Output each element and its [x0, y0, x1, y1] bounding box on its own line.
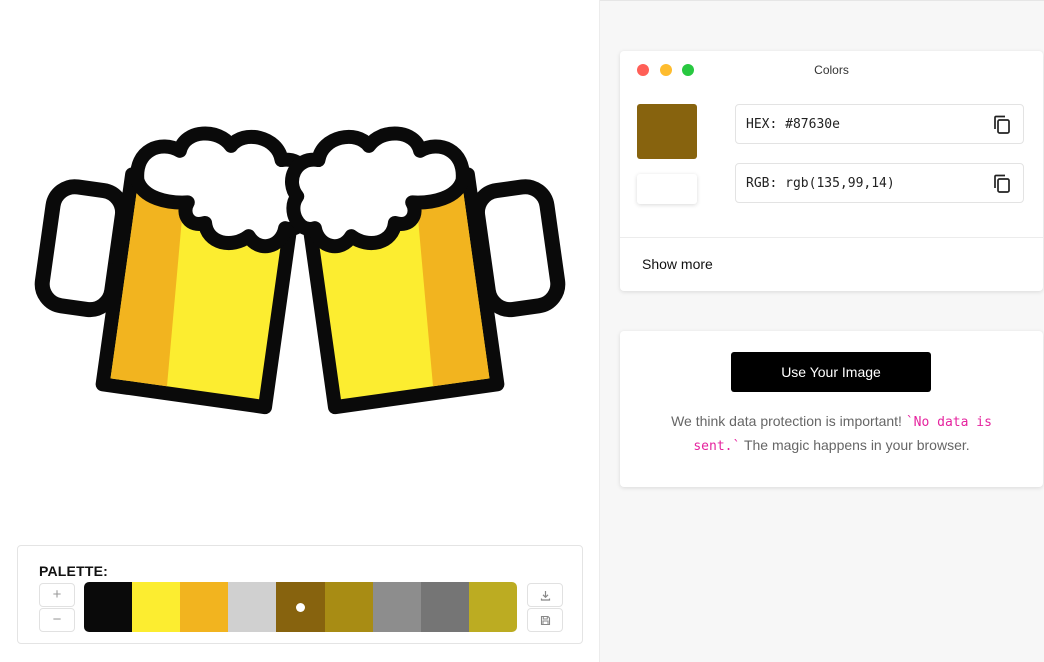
- use-your-image-button[interactable]: Use Your Image: [731, 352, 931, 392]
- palette-swatch-1[interactable]: [84, 582, 133, 632]
- notice-text-end: The magic happens in your browser.: [740, 437, 970, 453]
- copy-icon[interactable]: [993, 115, 1011, 135]
- remove-color-button[interactable]: −: [39, 608, 75, 632]
- palette-swatch-2[interactable]: [132, 582, 181, 632]
- beer-mugs-image: [34, 126, 566, 415]
- palette-swatch-7[interactable]: [372, 582, 421, 632]
- right-mug: [285, 126, 566, 415]
- download-icon: [540, 590, 550, 601]
- palette-title: PALETTE:: [39, 563, 109, 579]
- copy-icon[interactable]: [993, 174, 1011, 194]
- show-more-link[interactable]: Show more: [642, 256, 713, 272]
- colors-panel: Colors HEX: #87630e RGB: rgb(135,99,14) …: [620, 51, 1043, 291]
- left-mug: [34, 126, 315, 415]
- palette-swatch-9[interactable]: [468, 582, 517, 632]
- selected-indicator: [295, 602, 305, 612]
- selected-color-swatch: [637, 104, 697, 159]
- palette-swatch-6[interactable]: [324, 582, 373, 632]
- add-color-button[interactable]: +: [39, 583, 75, 607]
- colors-panel-title: Colors: [814, 63, 849, 77]
- save-palette-button[interactable]: [527, 608, 563, 632]
- hex-value-field[interactable]: HEX: #87630e: [735, 104, 1024, 144]
- upload-panel: Use Your Image We think data protection …: [620, 331, 1043, 487]
- save-icon: [540, 615, 550, 625]
- palette-swatch-8[interactable]: [420, 582, 469, 632]
- hex-value: HEX: #87630e: [746, 117, 840, 132]
- palette-swatch-3[interactable]: [180, 582, 229, 632]
- palette-swatch-5[interactable]: [276, 582, 325, 632]
- divider: [620, 237, 1043, 238]
- palette-panel: PALETTE: + −: [17, 545, 583, 644]
- rgb-value: RGB: rgb(135,99,14): [746, 176, 895, 191]
- palette-swatch-4[interactable]: [228, 582, 277, 632]
- palette-swatches: [84, 582, 517, 632]
- secondary-color-swatch[interactable]: [637, 174, 697, 204]
- rgb-value-field[interactable]: RGB: rgb(135,99,14): [735, 163, 1024, 203]
- download-palette-button[interactable]: [527, 583, 563, 607]
- preview-pane: PALETTE: + −: [0, 0, 600, 662]
- privacy-notice: We think data protection is important! `…: [660, 410, 1003, 458]
- notice-text-start: We think data protection is important!: [671, 413, 906, 429]
